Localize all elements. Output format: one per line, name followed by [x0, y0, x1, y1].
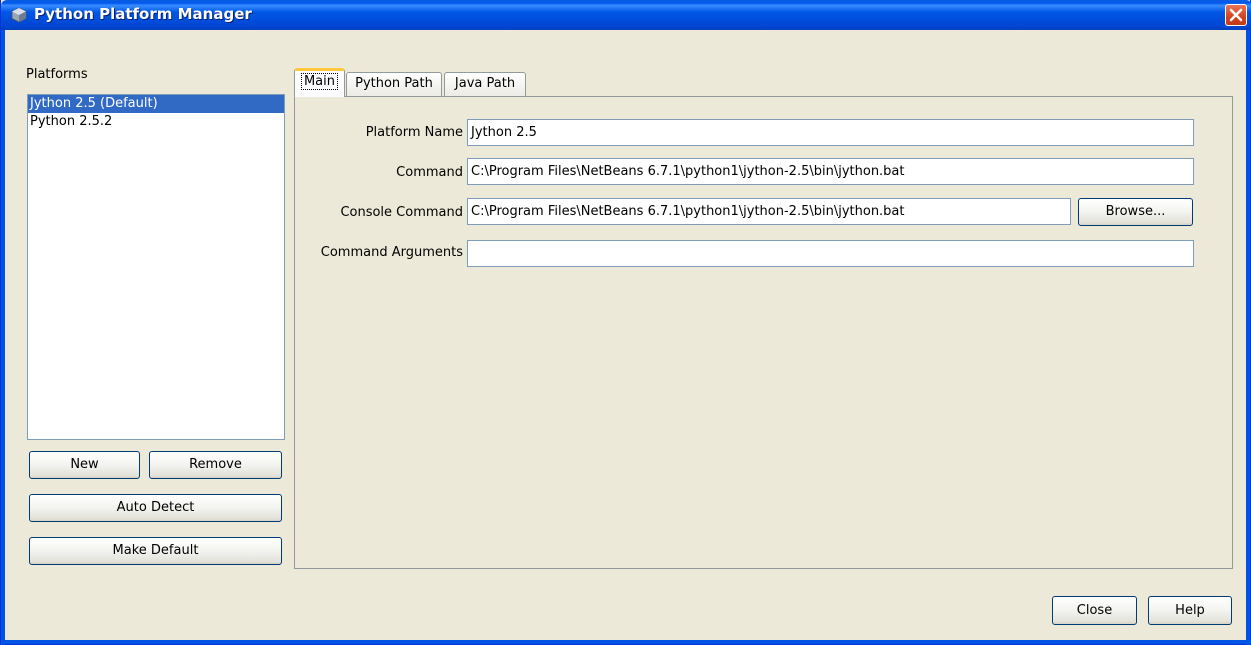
help-button[interactable]: Help: [1148, 596, 1232, 625]
title-bar[interactable]: Python Platform Manager: [1, 0, 1251, 30]
platform-name-field[interactable]: Jython 2.5: [467, 119, 1194, 146]
python-platform-icon: [11, 7, 27, 23]
tab-main[interactable]: Main: [294, 68, 345, 97]
window-frame-right: [1246, 30, 1250, 645]
make-default-button[interactable]: Make Default: [29, 537, 282, 565]
close-window-button[interactable]: [1225, 4, 1247, 26]
console-command-field[interactable]: C:\Program Files\NetBeans 6.7.1\python1\…: [467, 198, 1071, 225]
platforms-label: Platforms: [26, 67, 88, 82]
command-label: Command: [396, 165, 463, 180]
platforms-list[interactable]: Jython 2.5 (Default) Python 2.5.2: [27, 94, 285, 440]
tab-java-path[interactable]: Java Path: [444, 72, 526, 96]
close-icon: [1229, 8, 1243, 22]
window-title: Python Platform Manager: [34, 5, 252, 23]
browse-button[interactable]: Browse...: [1078, 198, 1193, 226]
platform-name-label: Platform Name: [365, 125, 463, 140]
python-platform-manager-window: Python Platform Manager Platforms Jython…: [0, 0, 1251, 645]
console-command-label: Console Command: [340, 205, 463, 220]
auto-detect-button[interactable]: Auto Detect: [29, 494, 282, 522]
command-arguments-field[interactable]: [467, 240, 1194, 267]
close-button[interactable]: Close: [1052, 596, 1137, 625]
platform-item-jython[interactable]: Jython 2.5 (Default): [28, 95, 284, 113]
new-platform-button[interactable]: New: [29, 451, 140, 479]
platform-item-python[interactable]: Python 2.5.2: [28, 113, 284, 131]
tab-main-label: Main: [300, 73, 339, 90]
tab-python-path[interactable]: Python Path: [346, 72, 442, 96]
command-arguments-label: Command Arguments: [320, 245, 463, 260]
remove-platform-button[interactable]: Remove: [149, 451, 282, 479]
window-frame-bottom: [1, 640, 1251, 644]
window-frame-left: [1, 30, 5, 645]
command-field[interactable]: C:\Program Files\NetBeans 6.7.1\python1\…: [467, 158, 1194, 185]
